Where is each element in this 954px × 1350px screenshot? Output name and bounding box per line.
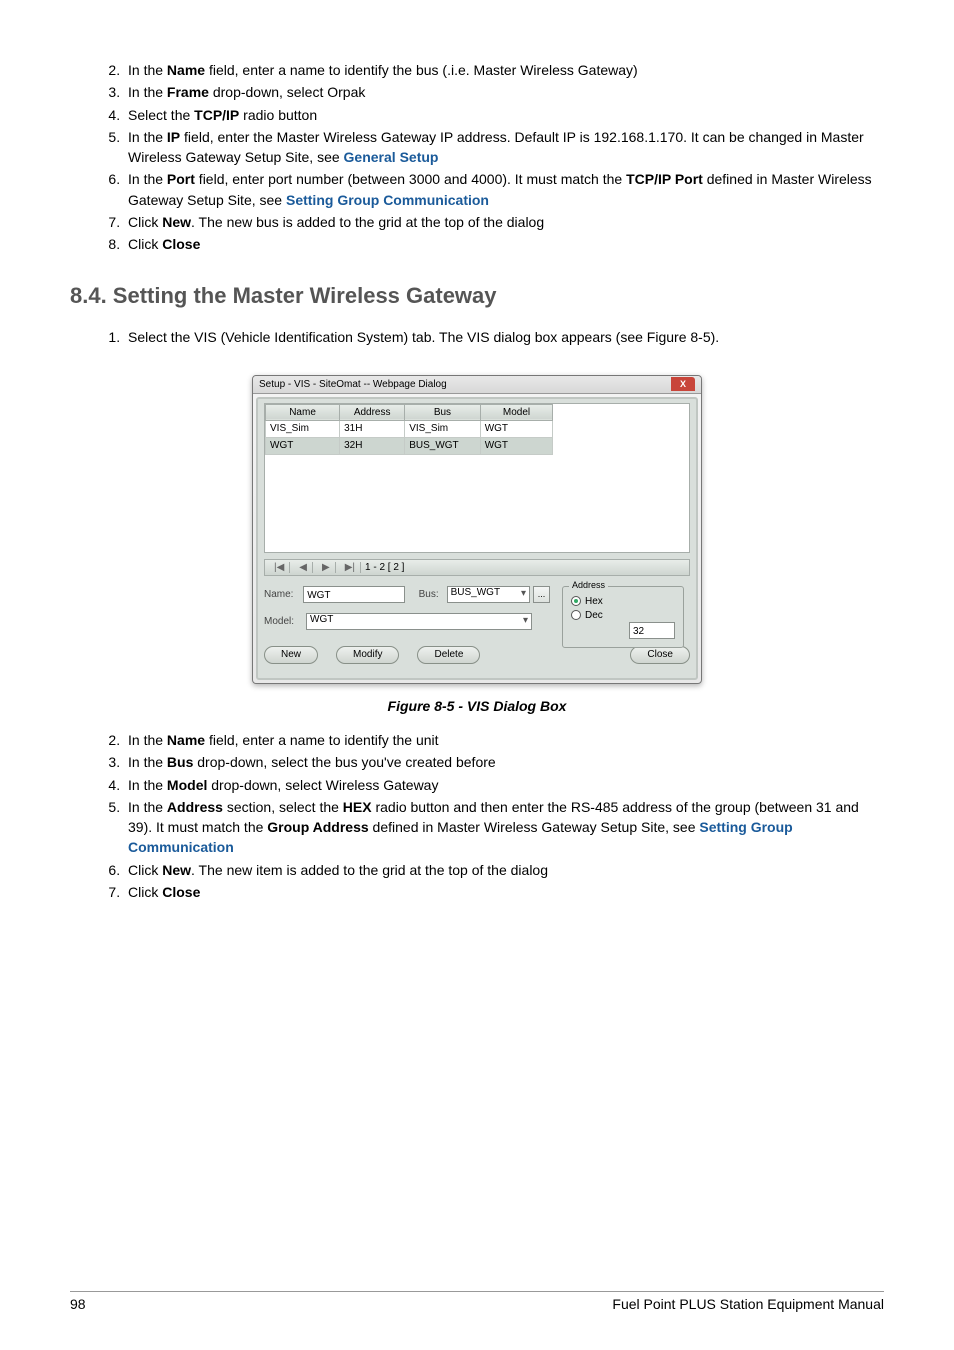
page-footer: 98 Fuel Point PLUS Station Equipment Man… bbox=[70, 1291, 884, 1312]
general-setup-link[interactable]: General Setup bbox=[344, 149, 439, 165]
list-item: In the Name field, enter a name to ident… bbox=[124, 60, 884, 80]
table-row[interactable]: WGT 32H BUS_WGT WGT bbox=[266, 437, 553, 454]
close-button[interactable]: Close bbox=[630, 646, 690, 664]
section-heading: 8.4. Setting the Master Wireless Gateway bbox=[70, 283, 884, 309]
page-number: 98 bbox=[70, 1296, 86, 1312]
list-item: In the Bus drop-down, select the bus you… bbox=[124, 752, 884, 772]
close-icon[interactable]: X bbox=[671, 377, 695, 391]
list-item: In the IP field, enter the Master Wirele… bbox=[124, 127, 884, 168]
setting-group-comm-link[interactable]: Setting Group Communication bbox=[286, 192, 489, 208]
pager-label: 1 - 2 [ 2 ] bbox=[365, 562, 404, 573]
pager-prev-icon[interactable]: ◀ bbox=[294, 562, 313, 573]
list-item: In the Address section, select the HEX r… bbox=[124, 797, 884, 858]
modify-button[interactable]: Modify bbox=[336, 646, 399, 664]
vis-dialog-figure: Setup - VIS - SiteOmat -- Webpage Dialog… bbox=[252, 375, 702, 684]
address-field[interactable]: 32 bbox=[629, 622, 675, 639]
model-label: Model: bbox=[264, 616, 306, 627]
figure-caption: Figure 8-5 - VIS Dialog Box bbox=[70, 698, 884, 714]
pager-first-icon[interactable]: |◀ bbox=[269, 562, 290, 573]
model-select[interactable]: WGT bbox=[306, 613, 532, 630]
pager-next-icon[interactable]: ▶ bbox=[317, 562, 336, 573]
list-item: Click Close bbox=[124, 234, 884, 254]
list-item: Click New. The new item is added to the … bbox=[124, 860, 884, 880]
manual-title: Fuel Point PLUS Station Equipment Manual bbox=[612, 1296, 884, 1312]
list-item: Click Close bbox=[124, 882, 884, 902]
list-item: In the Port field, enter port number (be… bbox=[124, 169, 884, 210]
list-item: Click New. The new bus is added to the g… bbox=[124, 212, 884, 232]
col-name[interactable]: Name bbox=[266, 404, 340, 420]
hex-radio[interactable] bbox=[571, 596, 581, 606]
list-item: In the Model drop-down, select Wireless … bbox=[124, 775, 884, 795]
name-field[interactable]: WGT bbox=[303, 586, 404, 603]
bus-label: Bus: bbox=[419, 589, 447, 600]
list-item: In the Frame drop-down, select Orpak bbox=[124, 82, 884, 102]
dec-radio[interactable] bbox=[571, 610, 581, 620]
vis-grid: Name Address Bus Model VIS_Sim 31H VIS_S… bbox=[264, 403, 690, 553]
top-instruction-list: In the Name field, enter a name to ident… bbox=[70, 60, 884, 255]
list-item: Select the TCP/IP radio button bbox=[124, 105, 884, 125]
delete-button[interactable]: Delete bbox=[417, 646, 480, 664]
bus-select[interactable]: BUS_WGT bbox=[447, 586, 530, 603]
col-address[interactable]: Address bbox=[340, 404, 405, 420]
name-label: Name: bbox=[264, 589, 303, 600]
pager-last-icon[interactable]: ▶| bbox=[340, 562, 361, 573]
hex-label: Hex bbox=[585, 596, 603, 607]
new-button[interactable]: New bbox=[264, 646, 318, 664]
bus-more-button[interactable]: ... bbox=[533, 586, 550, 603]
list-item: In the Name field, enter a name to ident… bbox=[124, 730, 884, 750]
address-fieldset: Address Hex Dec 32 bbox=[562, 586, 684, 648]
mid-instruction-list: Select the VIS (Vehicle Identification S… bbox=[70, 327, 884, 347]
col-bus[interactable]: Bus bbox=[405, 404, 480, 420]
grid-header-row: Name Address Bus Model bbox=[266, 404, 553, 420]
pager: |◀ ◀ ▶ ▶| 1 - 2 [ 2 ] bbox=[264, 559, 690, 576]
col-model[interactable]: Model bbox=[480, 404, 553, 420]
bottom-instruction-list: In the Name field, enter a name to ident… bbox=[70, 730, 884, 902]
table-row[interactable]: VIS_Sim 31H VIS_Sim WGT bbox=[266, 420, 553, 437]
dialog-titlebar: Setup - VIS - SiteOmat -- Webpage Dialog… bbox=[253, 376, 701, 394]
address-legend: Address bbox=[569, 580, 608, 590]
dialog-title: Setup - VIS - SiteOmat -- Webpage Dialog bbox=[259, 379, 447, 390]
list-item: Select the VIS (Vehicle Identification S… bbox=[124, 327, 884, 347]
dialog-window: Setup - VIS - SiteOmat -- Webpage Dialog… bbox=[252, 375, 702, 684]
dec-label: Dec bbox=[585, 610, 603, 621]
